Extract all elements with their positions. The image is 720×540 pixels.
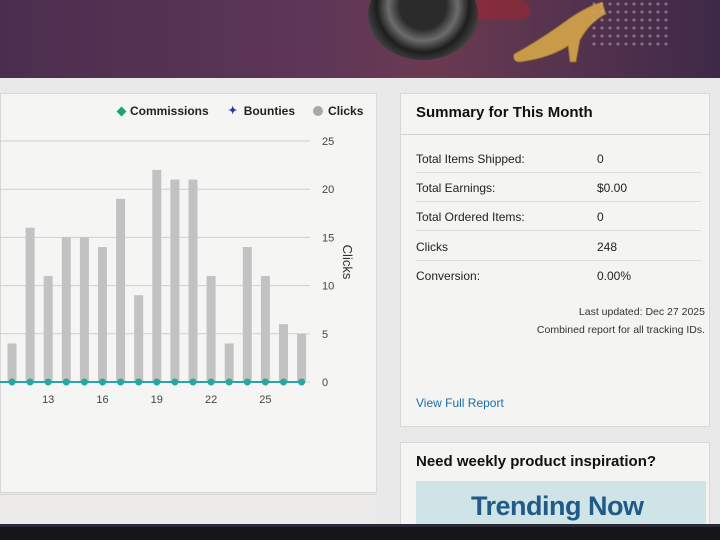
trending-now-text: Trending Now: [471, 491, 644, 521]
legend-commissions-label: Commissions: [130, 104, 209, 118]
commissions-point: [171, 378, 179, 386]
summary-card: Summary for This Month Total Items Shipp…: [400, 93, 711, 427]
commissions-point: [261, 378, 269, 386]
commissions-point: [298, 378, 306, 386]
summary-row-conversion: Conversion: 0.00%: [416, 261, 701, 290]
taskbar-strip: [0, 524, 720, 527]
clicks-bar: [134, 295, 144, 382]
row-label: Conversion:: [416, 269, 481, 283]
y-axis-title: Clicks: [340, 245, 355, 280]
x-tick-label: 16: [96, 394, 108, 406]
row-label: Total Items Shipped:: [416, 152, 525, 166]
combined-report-note: Combined report for all tracking IDs.: [536, 324, 705, 336]
clicks-bar: [188, 179, 198, 382]
clicks-bar: [43, 275, 53, 382]
diamond-icon: [116, 106, 127, 116]
clicks-bar: [98, 247, 107, 382]
necklace-image: [368, 0, 478, 60]
commissions-point: [280, 378, 287, 386]
x-tick-label: 25: [259, 394, 271, 406]
x-tick-label: 22: [205, 394, 217, 406]
promo-banner[interactable]: [0, 0, 720, 78]
summary-row-clicks: Clicks 248: [416, 232, 701, 261]
row-label: Total Ordered Items:: [416, 210, 525, 224]
legend-bounties-label: Bounties: [243, 104, 296, 118]
legend-commissions[interactable]: Commissions: [116, 103, 209, 119]
clicks-bar: [224, 343, 234, 382]
divider: [401, 134, 711, 135]
commissions-point: [135, 378, 143, 386]
summary-row-earnings: Total Earnings: $0.00: [416, 173, 701, 202]
commissions-point: [225, 378, 233, 386]
commissions-point: [62, 378, 70, 386]
inspiration-card: Need weekly product inspiration? Trendin…: [400, 442, 710, 532]
summary-row-ordered-items: Total Ordered Items: 0: [416, 202, 701, 231]
clicks-bar: [152, 169, 162, 382]
row-value: 0.00%: [597, 269, 632, 283]
y-tick-label: 15: [322, 232, 334, 244]
y-tick-label: 25: [322, 136, 334, 148]
y-tick-label: 10: [322, 281, 334, 293]
commissions-point: [207, 378, 215, 386]
clicks-bar: [79, 237, 89, 382]
clicks-bar: [170, 179, 180, 382]
summary-row-items-shipped: Total Items Shipped: 0: [416, 144, 701, 173]
commissions-point: [8, 378, 16, 386]
legend-clicks-label: Clicks: [328, 104, 364, 118]
commissions-point: [153, 378, 161, 386]
chart-legend: Commissions ✦ Bounties Clicks: [116, 103, 363, 119]
y-tick-label: 20: [322, 184, 334, 196]
clicks-bar: [206, 275, 216, 382]
clicks-bar: [260, 275, 270, 382]
commissions-point: [80, 378, 88, 386]
y-tick-label: 0: [322, 377, 328, 389]
clicks-bar: [242, 247, 252, 382]
row-value: 0: [597, 210, 604, 224]
clicks-bar: [7, 343, 17, 382]
x-tick-label: 19: [151, 394, 163, 406]
clicks-bar-chart: 0 5 10 15 20 25 Clicks 13 16 19 22 25: [0, 136, 355, 406]
row-value: $0.00: [597, 181, 628, 195]
circle-icon: [313, 106, 324, 116]
last-updated-text: Last updated: Dec 27 2025: [578, 306, 705, 318]
clicks-bar: [116, 198, 126, 382]
y-tick-label: 5: [322, 329, 328, 341]
legend-bounties[interactable]: ✦ Bounties: [227, 103, 295, 119]
view-full-report-link[interactable]: View Full Report: [416, 396, 504, 410]
star-icon: ✦: [228, 105, 238, 117]
clicks-bar: [297, 333, 307, 382]
clicks-bar: [279, 324, 288, 382]
x-tick-label: 13: [42, 394, 54, 406]
commissions-point: [189, 378, 197, 386]
commissions-point: [44, 378, 52, 386]
legend-clicks[interactable]: Clicks: [313, 103, 363, 119]
row-value: 0: [597, 152, 604, 166]
clicks-bar: [25, 227, 35, 382]
clicks-bar: [61, 237, 71, 382]
row-label: Clicks: [416, 240, 448, 254]
monitor-bezel: [0, 524, 720, 540]
inspiration-title: Need weekly product inspiration?: [416, 453, 657, 470]
row-value: 248: [597, 240, 618, 254]
commissions-point: [243, 378, 251, 386]
commissions-point: [26, 378, 34, 386]
commissions-point: [117, 378, 125, 386]
summary-title: Summary for This Month: [416, 104, 593, 121]
row-label: Total Earnings:: [416, 181, 496, 195]
sparkle-decoration: [590, 0, 670, 50]
commissions-point: [99, 378, 106, 386]
chart-card-footer: [0, 494, 377, 524]
